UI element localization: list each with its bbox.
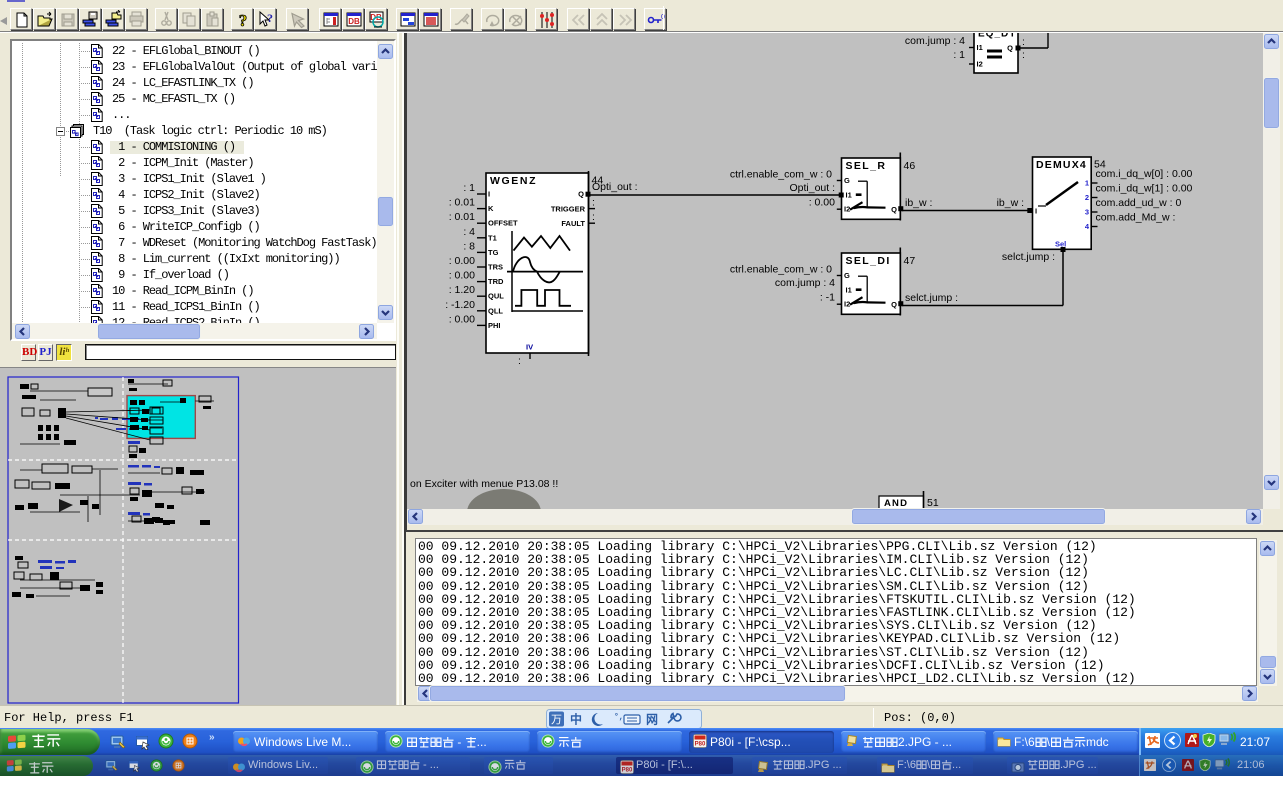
svg-text:EQ_DT: EQ_DT: [978, 33, 1016, 40]
svg-text:selct.jump :: selct.jump :: [1002, 251, 1055, 263]
svg-text:51: 51: [927, 497, 939, 509]
svg-text:IV: IV: [526, 343, 533, 352]
svg-text:TRD: TRD: [488, 277, 504, 286]
svg-text:TRIGGER: TRIGGER: [551, 205, 586, 214]
svg-text:WGENZ: WGENZ: [490, 175, 537, 187]
svg-text:K: K: [488, 204, 494, 213]
svg-text:?: ?: [239, 11, 248, 30]
svg-text:: 1: : 1: [953, 49, 965, 61]
svg-text:1: 1: [1085, 179, 1089, 188]
svg-text:ctrl.enable_com_w : 0: ctrl.enable_com_w : 0: [730, 169, 832, 181]
svg-text::: :: [518, 355, 521, 367]
svg-text:QUL: QUL: [488, 292, 504, 301]
svg-text:?: ?: [267, 11, 273, 25]
svg-text:2: 2: [1085, 193, 1089, 202]
svg-text:°,: °,: [614, 713, 624, 722]
svg-text:3: 3: [1085, 208, 1089, 217]
svg-text:G: G: [844, 176, 850, 185]
svg-text:网: 网: [646, 713, 658, 727]
svg-text:: 0.00: : 0.00: [809, 197, 835, 209]
svg-text:I: I: [1035, 207, 1037, 216]
svg-text:Q: Q: [891, 300, 897, 309]
svg-text:: 0.01: : 0.01: [449, 197, 475, 209]
svg-text:selct.jump :: selct.jump :: [905, 292, 958, 304]
svg-text::: :: [592, 211, 595, 223]
svg-text:SEL_R: SEL_R: [846, 160, 887, 172]
svg-text:DB: DB: [348, 17, 360, 26]
svg-text:ib_w :: ib_w :: [905, 197, 932, 209]
svg-text:com.jump : 4: com.jump : 4: [905, 35, 965, 47]
svg-text:47: 47: [904, 255, 916, 267]
svg-text:I1: I1: [977, 43, 983, 52]
svg-text:QLL: QLL: [488, 306, 503, 315]
svg-text:ib_w :: ib_w :: [997, 197, 1024, 209]
svg-text:Q: Q: [578, 190, 584, 199]
svg-text:中: 中: [570, 712, 582, 727]
svg-text::: :: [1022, 36, 1025, 48]
svg-text:: 0.00: : 0.00: [449, 270, 475, 282]
svg-text:G: G: [844, 271, 850, 280]
svg-text:I2: I2: [977, 60, 983, 69]
svg-text:Q: Q: [1007, 44, 1013, 53]
svg-text:: 0.00: : 0.00: [449, 255, 475, 267]
svg-text:P80: P80: [695, 742, 706, 748]
svg-text:TRS: TRS: [488, 263, 503, 272]
svg-text:T1: T1: [488, 233, 497, 242]
svg-text:com.add_ud_w : 0: com.add_ud_w : 0: [1096, 197, 1182, 209]
svg-text:AND: AND: [884, 498, 908, 509]
svg-text:PHI: PHI: [488, 321, 501, 330]
svg-text:SEL_DI: SEL_DI: [846, 255, 891, 267]
svg-text:ctrl.enable_com_w : 0: ctrl.enable_com_w : 0: [730, 264, 832, 276]
svg-text:: -1.20: : -1.20: [445, 299, 475, 311]
svg-text:I2: I2: [844, 205, 850, 214]
svg-text:com.i_dq_w[0] : 0.00: com.i_dq_w[0] : 0.00: [1096, 168, 1193, 180]
svg-text:on Exciter with menue P13.08 !: on Exciter with menue P13.08 !!: [410, 478, 558, 490]
svg-text:: 0.00: : 0.00: [449, 313, 475, 325]
svg-text:I2: I2: [844, 300, 850, 309]
svg-text:I: I: [488, 190, 490, 199]
svg-text:: 0.01: : 0.01: [449, 211, 475, 223]
svg-text:com.i_dq_w[1] : 0.00: com.i_dq_w[1] : 0.00: [1096, 183, 1193, 195]
svg-text:Opti_out :: Opti_out :: [789, 182, 835, 194]
svg-text:: 8: : 8: [463, 240, 475, 252]
svg-text:Q: Q: [891, 205, 897, 214]
svg-text:I1: I1: [846, 191, 852, 200]
svg-text:com.jump : 4: com.jump : 4: [775, 277, 835, 289]
svg-text:: -1: : -1: [820, 292, 835, 304]
svg-text::: :: [1022, 49, 1025, 61]
svg-text:TG: TG: [488, 248, 499, 257]
svg-text:FAULT: FAULT: [561, 219, 585, 228]
svg-text:: 1.20: : 1.20: [449, 284, 475, 296]
svg-text:: 1: : 1: [463, 182, 475, 194]
svg-text:Opti_out :: Opti_out :: [592, 181, 638, 193]
svg-text:com.add_Md_w :: com.add_Md_w :: [1096, 212, 1176, 224]
svg-text:OFFSET: OFFSET: [488, 219, 518, 228]
svg-text:: 4: : 4: [463, 226, 475, 238]
svg-text::: :: [592, 197, 595, 209]
svg-text:DEMUX4: DEMUX4: [1036, 159, 1087, 171]
svg-text:万: 万: [551, 714, 562, 726]
svg-text:46: 46: [904, 160, 916, 172]
svg-text:I1: I1: [846, 286, 852, 295]
